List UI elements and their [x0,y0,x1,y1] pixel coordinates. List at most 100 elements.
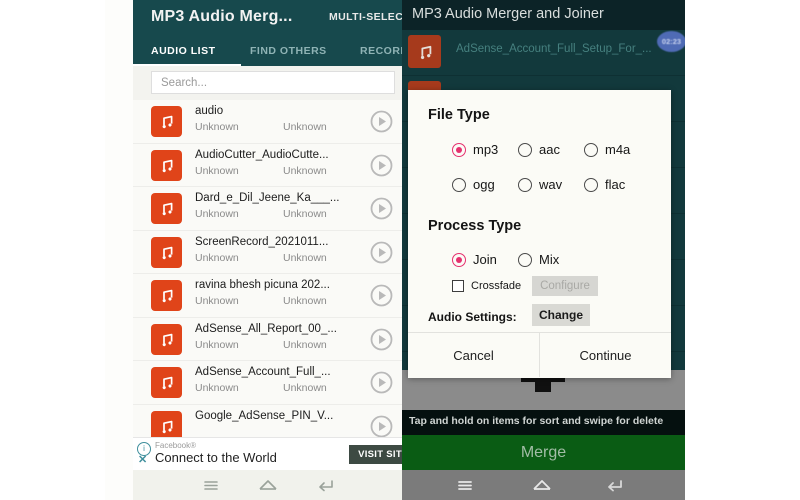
play-icon[interactable] [370,110,393,133]
duration-badge: 02:23 [657,31,685,52]
change-button[interactable]: Change [532,304,590,326]
list-item-album: Unknown [283,295,327,307]
music-note-icon [151,149,182,181]
back-icon[interactable] [600,477,630,493]
audio-list[interactable]: audio Unknown Unknown AudioCutter_AudioCutt… [133,100,402,437]
radio-icon[interactable] [584,142,598,157]
ad-close-icon[interactable]: ✕ [138,455,147,466]
list-item-title: AdSense_Account_Full_Setup_For_... [456,43,652,55]
screenshot-canvas: MP3 Audio Merg... MULTI-SELECT AUDIO LIS… [0,0,800,500]
list-item-artist: Unknown [195,121,239,133]
list-item-title: audio [195,105,224,117]
right-page-title: MP3 Audio Merger and Joiner [412,6,604,22]
cancel-button[interactable]: Cancel [408,333,539,377]
list-item[interactable]: AdSense_Account_Full_... Unknown Unknown [133,361,402,405]
continue-button[interactable]: Continue [540,333,671,377]
right-system-nav-bar [402,470,685,500]
radio-label: aac [539,142,560,157]
radio-option-ogg[interactable]: ogg [452,177,495,192]
list-item-artist: Unknown [195,338,239,351]
radio-icon[interactable] [452,177,466,192]
list-item-title: AdSense_All_Report_00_... [195,322,337,335]
radio-option-join[interactable]: Join [452,252,497,267]
process-type-heading: Process Type [428,218,522,234]
play-icon[interactable] [370,284,393,307]
list-item-title: Dard_e_Dil_Jeene_Ka___... [195,192,340,204]
list-item-artist: Unknown [195,208,239,220]
list-item[interactable]: AudioCutter_AudioCutte... Unknown Unknown [133,144,402,187]
configure-button[interactable]: Configure [532,276,598,296]
list-item-album: Unknown [283,208,327,220]
radio-icon[interactable] [518,142,532,157]
home-icon[interactable] [527,477,557,493]
radio-option-flac[interactable]: flac [584,177,625,192]
list-item-artist: Unknown [195,251,239,264]
list-item[interactable]: ravina bhesh picuna 202... Unknown Unknown [133,274,402,318]
list-item[interactable]: AdSense_All_Report_00_... Unknown Unknown [133,318,402,361]
radio-option-aac[interactable]: aac [518,142,560,157]
list-item[interactable]: audio Unknown Unknown [133,100,402,144]
list-item-title: ravina bhesh picuna 202... [195,279,330,291]
radio-label: flac [605,177,626,192]
back-icon[interactable] [311,477,341,493]
left-system-nav-bar [133,470,402,500]
radio-label: mp3 [473,142,499,157]
radio-label: wav [539,177,563,192]
left-app-bar: MP3 Audio Merg... MULTI-SELECT [133,0,402,38]
list-item-artist: Unknown [195,382,239,394]
left-phone-screen: MP3 Audio Merg... MULTI-SELECT AUDIO LIS… [105,0,402,500]
radio-icon[interactable] [584,177,598,192]
radio-option-m4a[interactable]: m4a [584,142,630,157]
tab-find-others[interactable]: FIND OTHERS [250,45,327,57]
ad-banner[interactable]: i ✕ Facebook® Connect to the World VISIT… [133,437,402,471]
ad-visit-site-button[interactable]: VISIT SIT [349,445,402,464]
list-item-album: Unknown [283,382,327,394]
recents-icon[interactable] [450,477,480,493]
checkbox-icon[interactable] [452,280,464,292]
list-item-album: Unknown [283,164,327,177]
crossfade-checkbox[interactable]: Crossfade [452,280,521,292]
list-item-artist: Unknown [195,164,239,177]
radio-label: ogg [473,177,495,192]
play-icon[interactable] [370,197,393,220]
tab-audio-list[interactable]: AUDIO LIST [151,45,216,57]
merge-button[interactable]: Merge [402,435,685,470]
file-type-heading: File Type [428,107,490,123]
radio-option-mp3[interactable]: mp3 [452,142,498,157]
list-item-title: ScreenRecord_2021011... [195,235,329,248]
radio-option-wav[interactable]: wav [518,177,562,192]
play-icon[interactable] [370,241,393,264]
play-icon[interactable] [370,415,393,438]
list-item-album: Unknown [283,121,327,133]
list-item-title: AdSense_Account_Full_... [195,366,331,378]
merge-button-label: Merge [520,443,567,461]
list-item-artist: Unknown [195,295,239,307]
list-item-album: Unknown [283,338,327,351]
radio-option-mix[interactable]: Mix [518,252,559,267]
home-icon[interactable] [253,477,283,493]
list-item[interactable]: ScreenRecord_2021011... Unknown Unknown [133,231,402,274]
search-input[interactable]: Search... [151,71,395,94]
radio-icon[interactable] [452,142,466,157]
audio-settings-label: Audio Settings: [428,310,517,324]
list-item[interactable]: Google_AdSense_PIN_V... [133,405,402,438]
merge-options-dialog: File Type mp3 aac m4a ogg wav flac Proce… [408,90,671,378]
hint-text: Tap and hold on items for sort and swipe… [409,415,664,427]
play-icon[interactable] [370,371,393,394]
list-item[interactable]: AdSense_Account_Full_Setup_For_... 02:23 [402,30,685,76]
play-icon[interactable] [370,328,393,351]
page-title: MP3 Audio Merg... [151,8,293,25]
multi-select-button[interactable]: MULTI-SELECT [329,11,402,23]
music-note-icon [151,410,182,437]
recents-icon[interactable] [196,477,226,493]
radio-icon[interactable] [518,177,532,192]
tab-record[interactable]: RECORD [360,45,402,57]
radio-icon[interactable] [452,252,466,267]
radio-icon[interactable] [518,252,532,267]
right-app-bar: MP3 Audio Merger and Joiner [402,0,685,30]
play-icon[interactable] [370,154,393,177]
music-note-icon [151,323,182,355]
list-item[interactable]: Dard_e_Dil_Jeene_Ka___... Unknown Unknown [133,187,402,231]
tab-bar: AUDIO LIST FIND OTHERS RECORD [133,38,402,66]
right-phone-screen: MP3 Audio Merger and Joiner AdSense_Acco… [402,0,685,500]
